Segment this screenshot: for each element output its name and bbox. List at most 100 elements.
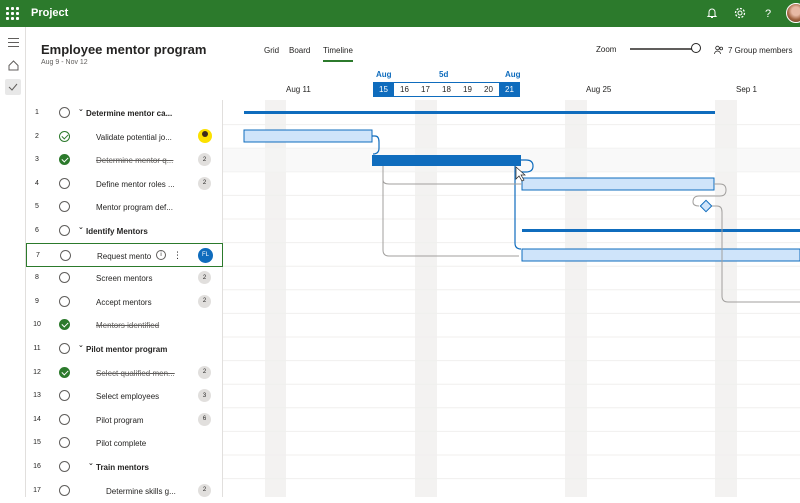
app-name[interactable]: Project [31, 7, 68, 19]
task-bar-validate [243, 129, 373, 143]
task-row[interactable]: 5 Mentor program def... [26, 195, 223, 219]
zoom-slider-thumb[interactable] [691, 43, 701, 53]
collapse-chevron-icon[interactable]: ⌄ [78, 341, 84, 349]
task-name[interactable]: Mentor program def... [96, 203, 191, 212]
collapse-chevron-icon[interactable]: ⌄ [88, 459, 94, 467]
task-row[interactable]: 13 Select employees 3 [26, 384, 223, 408]
task-name[interactable]: Train mentors [96, 463, 191, 472]
task-complete-checkbox[interactable] [59, 461, 70, 472]
collapse-chevron-icon[interactable]: ⌄ [78, 223, 84, 231]
task-complete-checkbox[interactable] [59, 225, 70, 236]
task-name[interactable]: Define mentor roles ... [96, 180, 191, 189]
task-row[interactable]: 1 ⌄ Determine mentor ca... [26, 101, 223, 125]
task-row[interactable]: 6 ⌄ Identify Mentors [26, 219, 223, 243]
tab-timeline[interactable]: Timeline [323, 46, 353, 62]
people-icon [714, 45, 723, 55]
tab-board[interactable]: Board [289, 46, 310, 55]
task-complete-checkbox[interactable] [59, 295, 70, 307]
task-name[interactable]: Pilot complete [96, 439, 191, 448]
task-complete-checkbox[interactable] [59, 390, 70, 402]
task-name[interactable]: Validate potential jo... [96, 133, 191, 142]
task-complete-checkbox[interactable] [60, 249, 71, 261]
task-row[interactable]: 2 Validate potential jo... [26, 125, 223, 149]
more-options-icon[interactable]: ⋮ [173, 250, 182, 261]
task-name[interactable]: Request mento [97, 252, 153, 261]
hamburger-menu-icon[interactable] [5, 34, 21, 50]
task-name[interactable]: Identify Mentors [86, 227, 191, 236]
project-title[interactable]: Employee mentor program [41, 42, 206, 57]
timeline-label-aug-25: Aug 25 [586, 85, 612, 94]
task-row[interactable]: 10 Mentors identified [26, 313, 223, 337]
task-name[interactable]: Pilot program [96, 416, 191, 425]
task-number: 16 [33, 463, 41, 470]
task-row[interactable]: 3 Determine mentor q... 2 [26, 148, 223, 172]
gantt-timeline[interactable] [223, 100, 800, 497]
task-row[interactable]: 9 Accept mentors 2 [26, 290, 223, 314]
task-number: 12 [33, 368, 41, 376]
zoom-slider-track[interactable] [630, 48, 698, 50]
home-icon[interactable] [5, 57, 21, 73]
task-bar-request-mentors [521, 248, 800, 262]
selected-day-range[interactable]: 15 16 17 18 19 20 21 [373, 82, 520, 97]
task-complete-checkbox[interactable] [59, 413, 70, 425]
milestone-program-defined [699, 199, 713, 213]
task-complete-checkbox[interactable] [59, 154, 70, 166]
info-icon[interactable]: i [156, 249, 166, 260]
task-name[interactable]: Accept mentors [96, 298, 191, 307]
task-row[interactable]: 14 Pilot program 6 [26, 408, 223, 432]
task-row[interactable]: 11 ⌄ Pilot mentor program [26, 337, 223, 361]
range-start-label: Aug [376, 70, 392, 79]
svg-text:?: ? [765, 8, 771, 20]
task-row[interactable]: 17 Determine skills g... 2 [26, 479, 223, 503]
task-name[interactable]: Determine skills g... [106, 487, 191, 496]
task-complete-checkbox[interactable] [59, 484, 70, 496]
timeline-day-18[interactable]: 18 [436, 82, 457, 97]
range-end-label: Aug [505, 70, 521, 79]
assignee-initials-avatar[interactable]: FL [198, 247, 213, 263]
task-row[interactable]: 7 Request mento i ⋮ FL [26, 242, 223, 267]
task-list: 1 ⌄ Determine mentor ca... 2 Validate potent… [26, 100, 223, 497]
user-avatar[interactable] [786, 3, 800, 23]
help-icon[interactable]: ? [761, 6, 775, 20]
task-name[interactable]: Select employees [96, 392, 191, 401]
task-complete-checkbox[interactable] [59, 437, 70, 449]
gear-icon[interactable] [733, 6, 747, 20]
timeline-day-19[interactable]: 19 [457, 82, 478, 97]
task-name[interactable]: Pilot mentor program [86, 345, 191, 354]
task-row[interactable]: 16 ⌄ Train mentors [26, 455, 223, 479]
task-row[interactable]: 8 Screen mentors 2 [26, 266, 223, 290]
timeline-day-15[interactable]: 15 [373, 82, 394, 97]
timeline-day-21[interactable]: 21 [499, 82, 520, 97]
task-complete-checkbox[interactable] [59, 366, 70, 378]
task-name[interactable]: Mentors identified [96, 321, 191, 330]
subtask-count-badge: 3 [198, 389, 211, 403]
task-number: 9 [35, 297, 39, 305]
timeline-day-16[interactable]: 16 [394, 82, 415, 97]
task-complete-checkbox[interactable] [59, 177, 70, 189]
checkmark-icon[interactable] [5, 79, 21, 95]
task-row[interactable]: 12 Select qualified men... 2 [26, 361, 223, 385]
task-number: 7 [36, 251, 40, 259]
task-complete-checkbox[interactable] [59, 319, 70, 331]
task-complete-checkbox[interactable] [59, 130, 70, 142]
group-members-button[interactable]: 7 Group members [714, 45, 792, 55]
task-row[interactable]: 15 Pilot complete [26, 431, 223, 455]
task-row[interactable]: 4 Define mentor roles ... 2 [26, 172, 223, 196]
task-number: 8 [35, 274, 39, 282]
tab-grid[interactable]: Grid [264, 46, 279, 55]
app-launcher-icon[interactable] [6, 7, 19, 20]
timeline-day-20[interactable]: 20 [478, 82, 499, 97]
task-complete-checkbox[interactable] [59, 107, 70, 118]
task-complete-checkbox[interactable] [59, 343, 70, 354]
timeline-day-17[interactable]: 17 [415, 82, 436, 97]
task-name[interactable]: Screen mentors [96, 274, 191, 283]
task-name[interactable]: Determine mentor q... [96, 156, 191, 165]
task-name[interactable]: Determine mentor ca... [86, 109, 191, 118]
task-complete-checkbox[interactable] [59, 201, 70, 213]
assignee-avatar[interactable] [198, 128, 212, 143]
task-name[interactable]: Select qualified men... [96, 369, 191, 378]
task-complete-checkbox[interactable] [59, 272, 70, 284]
summary-bar-determine-mentor [244, 111, 715, 114]
bell-icon[interactable] [705, 6, 719, 20]
collapse-chevron-icon[interactable]: ⌄ [78, 105, 84, 113]
